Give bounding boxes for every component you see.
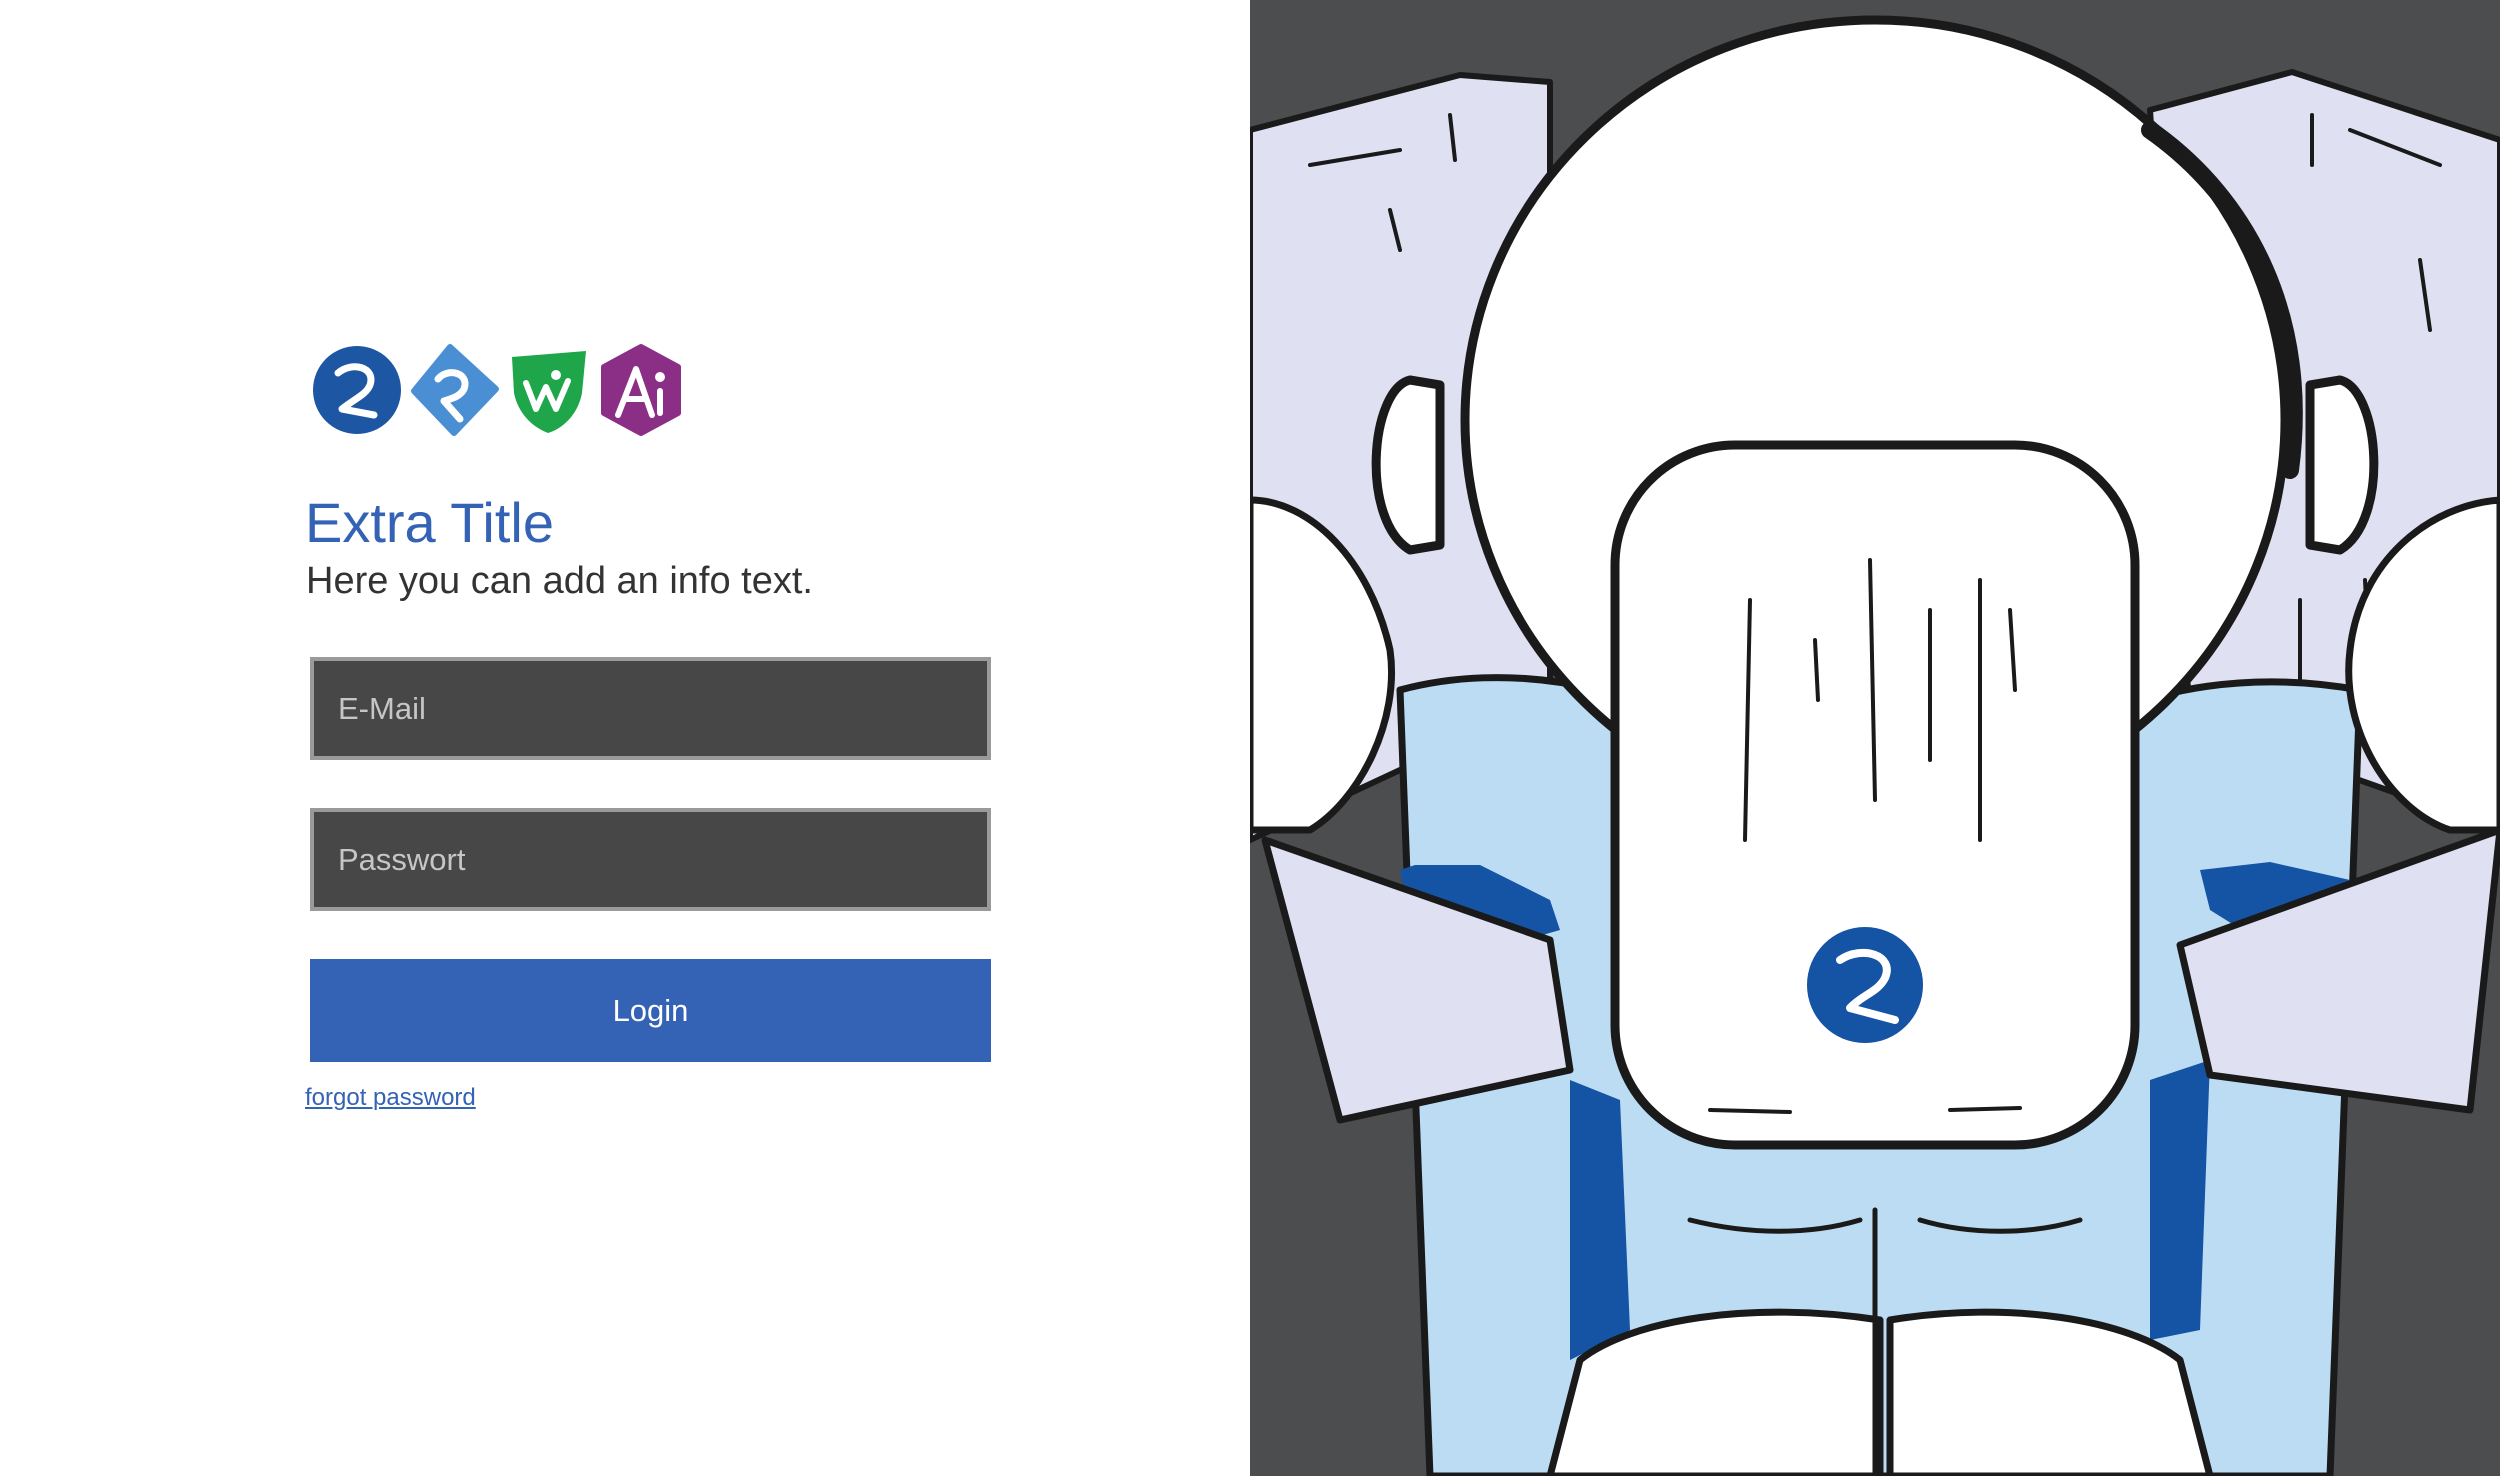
page-title: Extra Title	[305, 491, 554, 554]
forgot-password-link[interactable]: forgot password	[305, 1084, 476, 1112]
logo-r-circle-icon	[313, 346, 401, 434]
logo-wi-shield-icon	[512, 351, 586, 433]
logo-r-circle-icon	[1807, 927, 1923, 1043]
login-button[interactable]: Login	[310, 959, 991, 1062]
password-field[interactable]	[310, 808, 991, 911]
email-field[interactable]	[310, 657, 991, 760]
robot-illustration	[1250, 0, 2500, 1476]
robot-character-illustration	[1250, 0, 2500, 1476]
logo-r-diamond-icon	[411, 344, 499, 436]
logo-ai-hexagon-icon	[601, 344, 681, 436]
info-text: Here you can add an info text.	[306, 560, 813, 602]
brand-logos	[312, 343, 684, 437]
login-panel: Extra Title Here you can add an info tex…	[0, 0, 1250, 1476]
robot-legs	[1546, 1308, 2214, 1476]
